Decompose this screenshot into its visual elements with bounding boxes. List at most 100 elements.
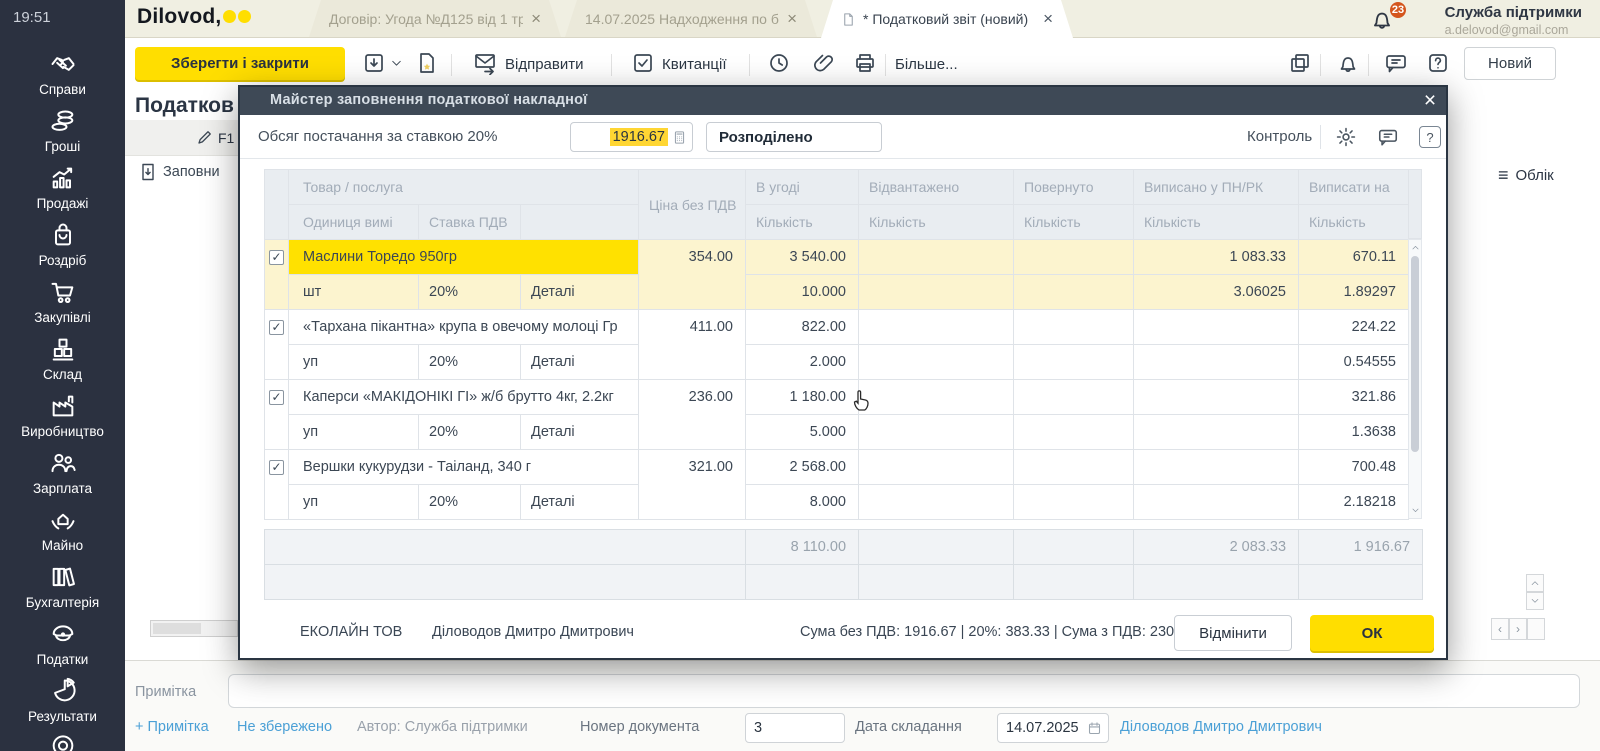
checkbox-checked-icon[interactable]: ✓ <box>269 250 284 265</box>
agreement-qty-cell[interactable]: 5.000 <box>746 415 859 450</box>
save-close-button[interactable]: Зберегти і закрити <box>135 47 345 80</box>
scroll-up-button[interactable] <box>1526 574 1544 592</box>
row-checkbox-cell[interactable]: ✓ <box>265 450 289 520</box>
shipped-qty-cell[interactable] <box>859 485 1014 520</box>
copy-icon[interactable] <box>1288 51 1312 75</box>
modal-header[interactable]: Майстер заповнення податкової накладної … <box>240 87 1446 115</box>
unit-cell[interactable]: уп <box>289 345 419 380</box>
tab-2[interactable]: 14.07.2025 Надходження по ба × <box>565 0 817 37</box>
details-link[interactable]: Деталі <box>521 415 639 450</box>
details-link[interactable]: Деталі <box>521 275 639 310</box>
scroll-down-button[interactable] <box>1526 592 1544 610</box>
comment-icon[interactable] <box>1377 126 1399 148</box>
calculator-icon[interactable] <box>672 130 687 145</box>
tab-close-icon[interactable]: × <box>1043 9 1053 29</box>
horizontal-scrollbar[interactable] <box>150 620 238 637</box>
shipped-sum-cell[interactable] <box>859 380 1014 415</box>
to-invoice-qty-cell[interactable]: 2.18218 <box>1299 485 1409 520</box>
checkbox-checked-icon[interactable]: ✓ <box>269 390 284 405</box>
agreement-qty-cell[interactable]: 2.000 <box>746 345 859 380</box>
checkbox-checked-icon[interactable]: ✓ <box>269 460 284 475</box>
invoiced-sum-cell[interactable] <box>1134 450 1299 485</box>
date-input[interactable]: 14.07.2025 <box>997 713 1109 743</box>
sidebar-item-shopping-cart[interactable]: Закупівлі <box>0 278 125 325</box>
returned-sum-cell[interactable] <box>1014 450 1134 485</box>
modal-close-icon[interactable]: × <box>1416 87 1444 115</box>
to-invoice-sum-cell[interactable]: 321.86 <box>1299 380 1409 415</box>
product-name-cell[interactable]: «Тархана пікантна» крупа в овечому молоц… <box>289 310 639 345</box>
note-input[interactable] <box>228 674 1580 708</box>
product-name-cell[interactable]: Вершки кукурудзи - Таіланд, 340 г <box>289 450 639 485</box>
price-cell[interactable]: 236.00 <box>639 380 746 450</box>
printer-icon[interactable] <box>853 51 877 75</box>
comment-icon[interactable] <box>1384 51 1408 75</box>
save-icon[interactable] <box>362 51 386 75</box>
vat-rate-cell[interactable]: 20% <box>419 275 521 310</box>
sidebar-item-sales-chart[interactable]: Продажі <box>0 164 125 211</box>
cancel-button[interactable]: Відмінити <box>1174 615 1292 651</box>
invoiced-qty-cell[interactable] <box>1134 485 1299 520</box>
invoiced-sum-cell[interactable]: 1 083.33 <box>1134 240 1299 275</box>
sidebar-item-coins[interactable]: Гроші <box>0 107 125 154</box>
invoiced-sum-cell[interactable] <box>1134 310 1299 345</box>
to-invoice-qty-cell[interactable]: 1.89297 <box>1299 275 1409 310</box>
agreement-qty-cell[interactable]: 8.000 <box>746 485 859 520</box>
history-clock-icon[interactable] <box>767 51 791 75</box>
sidebar-item-pie-chart[interactable]: Результати <box>0 677 125 724</box>
sidebar-item-house-hands[interactable]: Майно <box>0 506 125 553</box>
sidebar-item-officer-cap[interactable]: Податки <box>0 620 125 667</box>
bell-icon[interactable] <box>1336 51 1360 75</box>
user-account[interactable]: Служба підтримки a.delovod@gmail.com <box>1445 4 1582 37</box>
add-note-link[interactable]: + Примітка <box>135 719 209 735</box>
checkbox-checked-icon[interactable]: ✓ <box>269 320 284 335</box>
tab-3[interactable]: * Податковий звіт (новий) × <box>821 0 1073 38</box>
returned-sum-cell[interactable] <box>1014 310 1134 345</box>
unit-cell[interactable]: уп <box>289 415 419 450</box>
price-cell[interactable]: 411.00 <box>639 310 746 380</box>
sidebar-item-factory[interactable]: Виробництво <box>0 392 125 439</box>
supply-amount-input[interactable]: 1916.67 <box>570 122 693 152</box>
unit-cell[interactable]: уп <box>289 485 419 520</box>
agreement-sum-cell[interactable]: 3 540.00 <box>746 240 859 275</box>
app-logo[interactable]: Dilovod, <box>137 5 251 29</box>
more-button[interactable]: Більше... <box>895 56 958 73</box>
to-invoice-qty-cell[interactable]: 0.54555 <box>1299 345 1409 380</box>
returned-qty-cell[interactable] <box>1014 275 1134 310</box>
check-square-icon[interactable] <box>631 51 655 75</box>
agreement-sum-cell[interactable]: 822.00 <box>746 310 859 345</box>
distributed-button[interactable]: Розподілено <box>706 122 882 152</box>
new-button[interactable]: Новий <box>1464 47 1556 80</box>
ok-button[interactable]: ОК <box>1310 615 1434 651</box>
scrollbar-thumb[interactable] <box>1411 256 1419 452</box>
shipped-sum-cell[interactable] <box>859 310 1014 345</box>
page-prev-button[interactable]: ‹ <box>1491 618 1509 640</box>
invoiced-qty-cell[interactable] <box>1134 345 1299 380</box>
row-checkbox-cell[interactable]: ✓ <box>265 310 289 380</box>
agreement-sum-cell[interactable]: 2 568.00 <box>746 450 859 485</box>
help-icon[interactable]: ? <box>1419 126 1441 148</box>
question-icon[interactable] <box>1426 51 1450 75</box>
shipped-sum-cell[interactable] <box>859 240 1014 275</box>
gear-icon[interactable] <box>1335 126 1357 148</box>
details-link[interactable]: Деталі <box>521 485 639 520</box>
doc-star-icon[interactable] <box>415 51 439 75</box>
product-name-cell[interactable]: Каперси «МАКІДОНІКІ ГІ» ж/б брутто 4кг, … <box>289 380 639 415</box>
to-invoice-sum-cell[interactable]: 700.48 <box>1299 450 1409 485</box>
page-next-button[interactable]: › <box>1509 618 1527 640</box>
to-invoice-qty-cell[interactable]: 1.3638 <box>1299 415 1409 450</box>
vat-rate-cell[interactable]: 20% <box>419 485 521 520</box>
paperclip-icon[interactable] <box>812 51 836 75</box>
shipped-sum-cell[interactable] <box>859 450 1014 485</box>
tab-1[interactable]: Договір: Угода №Д125 від 1 тра × <box>309 0 561 37</box>
not-saved-link[interactable]: Не збережено <box>237 719 332 735</box>
invoiced-qty-cell[interactable]: 3.06025 <box>1134 275 1299 310</box>
to-invoice-sum-cell[interactable]: 224.22 <box>1299 310 1409 345</box>
sidebar-item-books[interactable]: Бухгалтерія <box>0 563 125 610</box>
chevron-down-icon[interactable] <box>1411 506 1420 515</box>
person-link[interactable]: Діловодов Дмитро Дмитрович <box>1120 719 1322 735</box>
chevron-up-icon[interactable] <box>1411 243 1420 252</box>
returned-sum-cell[interactable] <box>1014 380 1134 415</box>
scrollbar-thumb[interactable] <box>153 623 201 634</box>
agreement-qty-cell[interactable]: 10.000 <box>746 275 859 310</box>
fill-button[interactable]: Заповни <box>138 162 220 182</box>
